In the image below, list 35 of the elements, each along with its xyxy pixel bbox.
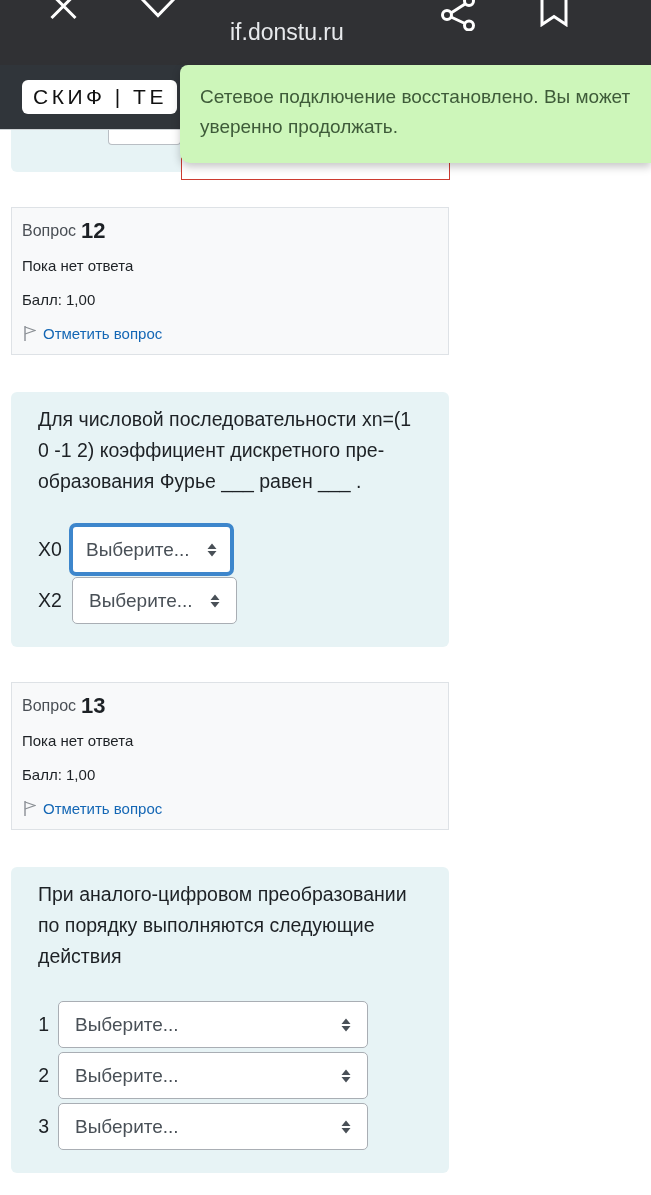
updown-arrows-icon <box>209 593 220 608</box>
question-score: Балл: 1,00 <box>22 290 96 308</box>
question-status: Пока нет ответа <box>22 731 134 749</box>
question-text: Для числовой последовательности xn=(1 0 -1 2) коэффициент дискретного пре- образования Фурье ___ равен ___ . <box>38 407 413 495</box>
updown-arrows-icon <box>206 542 217 557</box>
question-number: 12 <box>81 218 106 244</box>
dropdown[interactable]: Выберите... <box>58 1103 368 1150</box>
site-logo[interactable]: СКИФ | ТЕ <box>22 80 177 114</box>
toast-message: Сетевое подключение восстановлено. Вы может уверенно продолжать. <box>200 85 632 139</box>
answer-label: 3 <box>38 1115 49 1138</box>
answer-field[interactable] <box>108 130 181 145</box>
dropdown[interactable]: Выберите... <box>58 1001 368 1048</box>
answer-label: X0 <box>38 538 63 561</box>
share-icon[interactable] <box>439 0 476 31</box>
dropdown[interactable]: Выберите... <box>72 577 237 624</box>
flag-question-link[interactable]: Отметить вопрос <box>24 799 163 817</box>
question-status: Пока нет ответа <box>22 256 134 274</box>
updown-arrows-icon <box>341 1017 351 1032</box>
close-icon[interactable] <box>50 0 77 20</box>
page-url[interactable]: if.donstu.ru <box>230 19 344 45</box>
question-label: Вопрос <box>22 697 77 715</box>
chevron-down-icon[interactable] <box>140 0 176 18</box>
question-score: Балл: 1,00 <box>22 765 96 783</box>
answer-label: 1 <box>38 1013 49 1036</box>
question-text: При аналого-цифровом преобразовании по порядку выполняются следующие действия <box>38 882 408 969</box>
answer-label: X2 <box>38 589 63 612</box>
bookmark-icon[interactable] <box>539 0 568 27</box>
question-label: Вопрос <box>22 222 77 240</box>
question-number: 13 <box>81 693 106 719</box>
updown-arrows-icon <box>341 1068 351 1083</box>
answer-label: 2 <box>38 1064 49 1087</box>
dropdown[interactable]: Выберите... <box>58 1052 368 1099</box>
flag-question-link[interactable]: Отметить вопрос <box>24 324 163 342</box>
updown-arrows-icon <box>341 1119 351 1134</box>
dropdown[interactable]: Выберите... <box>69 523 234 576</box>
